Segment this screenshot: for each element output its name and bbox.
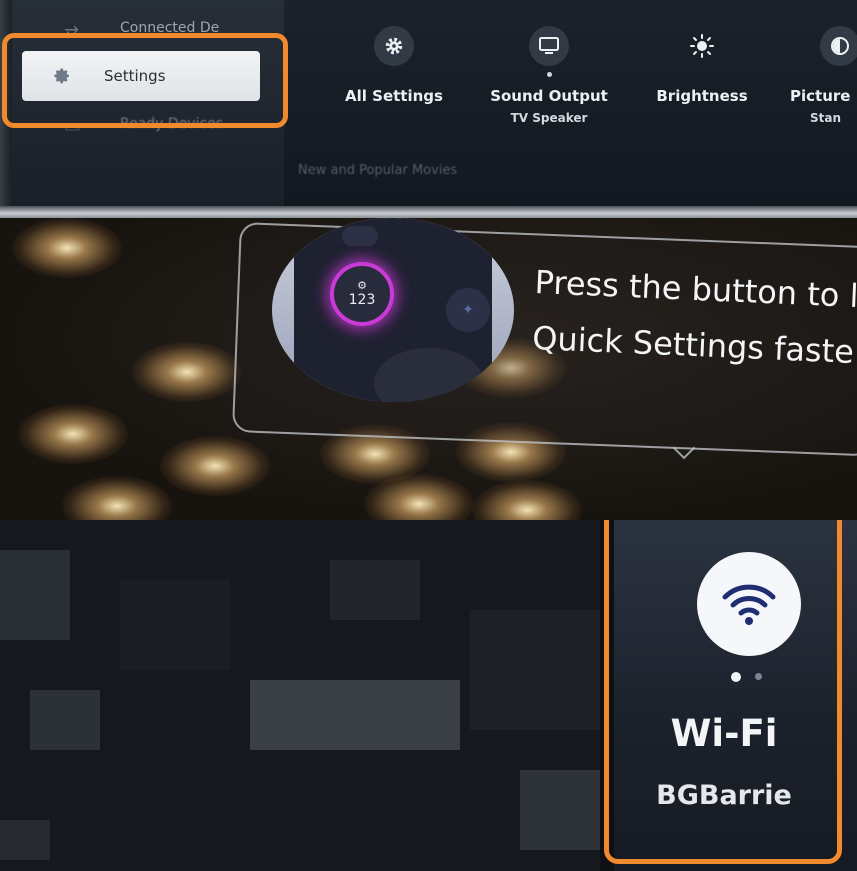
ceiling-light-reflection (62, 476, 172, 520)
remote-123-button: ⚙ 123 (330, 262, 394, 326)
quick-setting-label: Picture (790, 87, 851, 105)
page-indicator (731, 672, 762, 682)
remote-body: ⚙ 123 ✦ (294, 218, 492, 402)
page-dot-active (731, 672, 741, 682)
blurred-background (0, 550, 70, 640)
blurred-background (30, 690, 100, 750)
quick-setting-label: Brightness (656, 87, 748, 105)
quick-setting-label: Sound Output (490, 87, 608, 105)
ceiling-light-reflection (472, 480, 582, 520)
gear-icon: ⚙ (357, 279, 367, 292)
ceiling-light-reflection (12, 218, 122, 278)
picture-mode-icon (820, 26, 857, 66)
blurred-background (470, 610, 600, 730)
wifi-network-name: BGBarrie (656, 780, 792, 811)
blurred-background (250, 680, 460, 750)
quick-setting-all-settings[interactable]: All Settings (324, 26, 464, 105)
quick-setting-value: TV Speaker (510, 111, 588, 125)
ceiling-light-reflection (160, 436, 270, 496)
ceiling-light-reflection (18, 404, 128, 464)
quick-setting-label: All Settings (345, 87, 443, 105)
blurred-background (520, 770, 600, 850)
remote-illustration: ⚙ 123 ✦ (272, 218, 514, 402)
remote-tip-screen: ⚙ 123 ✦ Press the button to l Quick Sett… (0, 218, 857, 520)
wifi-icon[interactable] (697, 552, 801, 656)
quick-setting-picture-mode[interactable]: Picture Stan (790, 26, 857, 125)
power-button (342, 226, 378, 246)
blurred-background (120, 580, 230, 670)
gear-icon (374, 26, 414, 66)
blurred-background (0, 820, 50, 860)
wifi-title: Wi-Fi (670, 712, 778, 755)
sun-icon (682, 26, 722, 66)
remote-dpad (374, 348, 484, 402)
quick-setting-sound-output[interactable]: Sound Output TV Speaker (479, 26, 619, 125)
focus-dot (546, 72, 552, 77)
remote-color-button: ✦ (446, 288, 490, 332)
highlight-settings (2, 33, 288, 128)
tv-icon (529, 26, 569, 66)
wifi-screen: Wi-Fi BGBarrie (0, 520, 857, 871)
ceiling-light-reflection (132, 342, 242, 402)
button-number: 123 (348, 292, 376, 308)
tv-menu-screen: ⇄ Connected De ▭ Ready Devices Settings … (0, 0, 857, 210)
tip-message: Press the button to l Quick Settings fas… (531, 254, 857, 380)
panel-divider (0, 206, 857, 218)
row-title: New and Popular Movies (298, 163, 458, 178)
quick-setting-value: Stan (810, 111, 842, 125)
page-dot (755, 673, 762, 680)
quick-setting-brightness[interactable]: Brightness (632, 26, 772, 105)
blurred-background (330, 560, 420, 620)
